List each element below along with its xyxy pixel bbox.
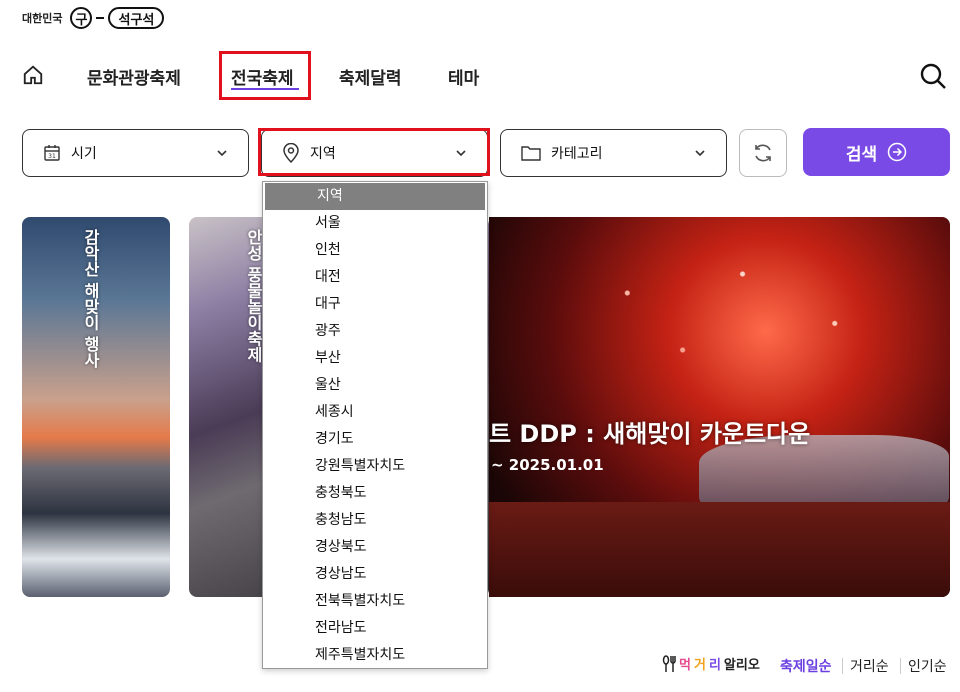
region-option[interactable]: 강원특별자치도 bbox=[263, 453, 487, 480]
svg-text:31: 31 bbox=[48, 153, 56, 160]
region-option[interactable]: 광주 bbox=[263, 318, 487, 345]
food-logo-char: 알리오 bbox=[723, 658, 760, 673]
nav-active-underline bbox=[231, 88, 299, 90]
period-filter[interactable]: 31 시기 bbox=[22, 129, 249, 177]
festival-card[interactable]: 감악산 해맞이 행사 bbox=[22, 217, 170, 597]
search-icon[interactable] bbox=[919, 62, 947, 90]
region-option[interactable]: 지역 bbox=[265, 183, 485, 210]
region-option[interactable]: 경기도 bbox=[263, 426, 487, 453]
food-logo-char: 거 bbox=[693, 658, 706, 673]
refresh-icon bbox=[755, 144, 771, 162]
spoon-fork-icon bbox=[662, 654, 676, 672]
region-option[interactable]: 인천 bbox=[263, 237, 487, 264]
region-option[interactable]: 충청북도 bbox=[263, 480, 487, 507]
nav-item-theme[interactable]: 테마 bbox=[448, 64, 479, 89]
festival-card-title: 감악산 해맞이 행사 bbox=[81, 229, 100, 369]
home-icon[interactable] bbox=[22, 64, 44, 86]
logo-pill-mark: 석구석 bbox=[108, 7, 165, 29]
nav-item-culture-festival[interactable]: 문화관광축제 bbox=[87, 64, 181, 89]
region-option[interactable]: 울산 bbox=[263, 372, 487, 399]
sort-by-date[interactable]: 축제일순 bbox=[780, 656, 832, 676]
site-logo[interactable]: 대한민국 구 석구석 bbox=[22, 5, 165, 31]
region-option[interactable]: 전라남도 bbox=[263, 615, 487, 642]
food-logo-char: 먹 bbox=[679, 658, 691, 673]
period-filter-label: 시기 bbox=[71, 146, 97, 162]
sort-by-distance[interactable]: 거리순 bbox=[850, 656, 889, 676]
region-option[interactable]: 전북특별자치도 bbox=[263, 588, 487, 615]
sort-by-popularity[interactable]: 인기순 bbox=[908, 656, 947, 676]
logo-connector bbox=[96, 17, 105, 19]
refresh-button[interactable] bbox=[739, 129, 787, 177]
region-dropdown-list[interactable]: 지역 서울 인천 대전 대구 광주 부산 울산 세종시 경기도 강원특별자치도 … bbox=[262, 181, 488, 669]
logo-circle-mark: 구 bbox=[70, 7, 93, 29]
region-option[interactable]: 부산 bbox=[263, 345, 487, 372]
chevron-down-icon bbox=[217, 150, 227, 157]
nav-highlight-box bbox=[219, 51, 311, 100]
category-filter-label: 카테고리 bbox=[551, 146, 603, 162]
festival-card-date: ~ 2025.01.01 bbox=[491, 456, 604, 474]
region-option[interactable]: 경상남도 bbox=[263, 561, 487, 588]
region-option[interactable]: 제주특별자치도 bbox=[263, 642, 487, 669]
category-filter[interactable]: 카테고리 bbox=[500, 129, 727, 177]
region-option[interactable]: 충청남도 bbox=[263, 507, 487, 534]
nav-item-festival-calendar[interactable]: 축제달력 bbox=[339, 64, 402, 89]
arrow-circle-right-icon bbox=[887, 142, 907, 162]
logo-country-text: 대한민국 bbox=[22, 12, 63, 25]
region-option[interactable]: 서울 bbox=[263, 210, 487, 237]
food-street-logo[interactable]: 먹 거 리 알리오 bbox=[662, 654, 760, 673]
food-logo-char: 리 bbox=[708, 658, 721, 673]
festival-card-featured[interactable]: 트 DDP : 새해맞이 카운트다운 ~ 2025.01.01 bbox=[489, 217, 950, 597]
region-option[interactable]: 세종시 bbox=[263, 399, 487, 426]
crowd-image bbox=[489, 502, 950, 597]
folder-icon bbox=[521, 146, 541, 161]
region-highlight-box bbox=[258, 128, 490, 176]
region-option[interactable]: 경상북도 bbox=[263, 534, 487, 561]
chevron-down-icon bbox=[695, 150, 705, 157]
sort-divider bbox=[900, 658, 901, 674]
region-option[interactable]: 대구 bbox=[263, 291, 487, 318]
search-button-label: 검색 bbox=[845, 144, 878, 165]
festival-card-title: 트 DDP : 새해맞이 카운트다운 bbox=[489, 420, 811, 448]
search-button[interactable]: 검색 bbox=[803, 128, 950, 176]
calendar-icon: 31 bbox=[44, 145, 60, 161]
sort-divider bbox=[842, 658, 843, 674]
region-option[interactable]: 대전 bbox=[263, 264, 487, 291]
